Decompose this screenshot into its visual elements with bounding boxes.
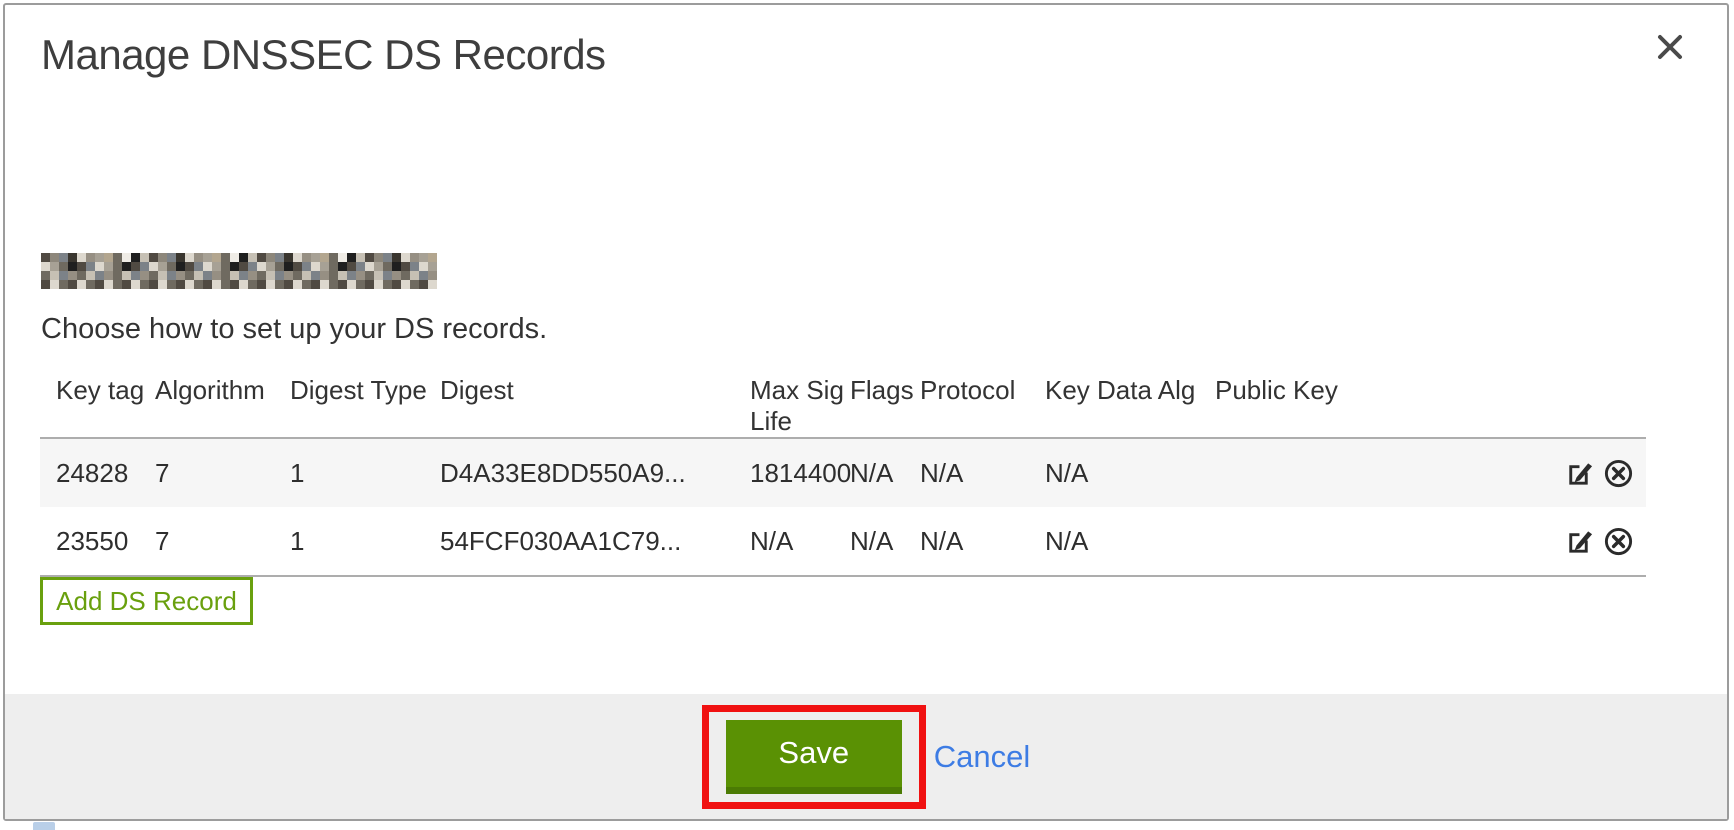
cell-digest: 54FCF030AA1C79... [440,507,750,576]
cell-key-data-alg: N/A [1045,438,1215,507]
col-header-digest-type: Digest Type [290,365,440,438]
col-header-max-sig-life: Max Sig Life [750,365,850,438]
close-button[interactable] [1655,31,1687,63]
col-header-algorithm: Algorithm [155,365,290,438]
page: Manage DNSSEC DS Records Choose how to s… [0,0,1734,830]
cell-key-data-alg: N/A [1045,507,1215,576]
edit-record-button[interactable] [1563,526,1594,557]
delete-icon [1603,526,1634,557]
cell-flags: N/A [850,438,920,507]
modal-title: Manage DNSSEC DS Records [41,31,606,79]
cell-max-sig-life: 1814400 [750,438,850,507]
save-button[interactable]: Save [726,720,902,794]
delete-icon [1603,458,1634,489]
cell-protocol: N/A [920,438,1045,507]
cell-algorithm: 7 [155,438,290,507]
cell-digest: D4A33E8DD550A9... [440,438,750,507]
delete-record-button[interactable] [1603,458,1634,489]
redacted-domain-pixels [41,253,437,289]
cell-digest-type: 1 [290,438,440,507]
cell-actions [1465,438,1646,507]
col-header-protocol: Protocol [920,365,1045,438]
close-icon [1655,32,1685,62]
col-header-public-key: Public Key [1215,365,1465,438]
cell-max-sig-life: N/A [750,507,850,576]
add-ds-record-button[interactable]: Add DS Record [40,577,253,625]
background-page-sliver [33,822,55,830]
cell-flags: N/A [850,507,920,576]
cell-key-tag: 24828 [40,438,155,507]
edit-record-button[interactable] [1563,458,1594,489]
cell-protocol: N/A [920,507,1045,576]
col-header-flags: Flags [850,365,920,438]
delete-record-button[interactable] [1603,526,1634,557]
cancel-link[interactable]: Cancel [934,739,1031,775]
annotation-red-box: Save [702,705,926,809]
col-header-digest: Digest [440,365,750,438]
ds-records-table: Key tag Algorithm Digest Type Digest Max… [40,365,1646,577]
col-header-key-tag: Key tag [40,365,155,438]
cell-algorithm: 7 [155,507,290,576]
col-header-key-data-alg: Key Data Alg [1045,365,1215,438]
cell-public-key [1215,438,1465,507]
col-header-actions [1465,365,1646,438]
dnssec-modal: Manage DNSSEC DS Records Choose how to s… [3,3,1729,821]
table-row: 23550 7 1 54FCF030AA1C79... N/A N/A N/A … [40,507,1646,576]
setup-instruction: Choose how to set up your DS records. [41,313,547,346]
edit-icon [1563,526,1594,557]
cell-key-tag: 23550 [40,507,155,576]
cell-public-key [1215,507,1465,576]
table-row: 24828 7 1 D4A33E8DD550A9... 1814400 N/A … [40,438,1646,507]
table-header-row: Key tag Algorithm Digest Type Digest Max… [40,365,1646,438]
modal-footer: Save Cancel [5,694,1727,819]
cell-actions [1465,507,1646,576]
cell-digest-type: 1 [290,507,440,576]
edit-icon [1563,458,1594,489]
